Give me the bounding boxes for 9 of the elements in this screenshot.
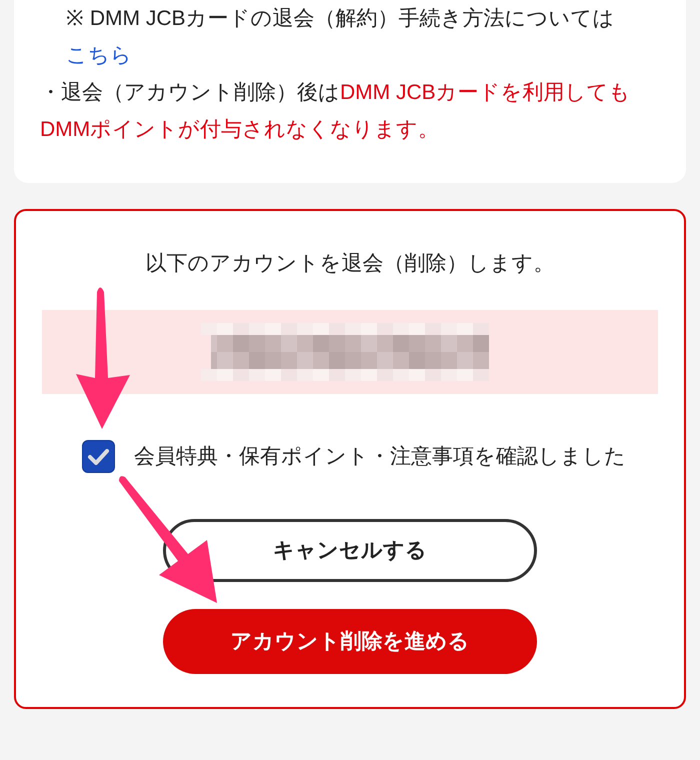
note-text: ※ DMM JCBカードの退会（解約）手続き方法については こちら bbox=[66, 6, 616, 69]
checkbox[interactable] bbox=[82, 440, 115, 473]
checkmark-icon bbox=[88, 448, 109, 464]
confirm-heading: 以下のアカウントを退会（削除）します。 bbox=[146, 251, 554, 277]
checkbox-label: 会員特典・保有ポイント・注意事項を確認しました bbox=[134, 444, 626, 470]
proceed-button[interactable]: アカウント削除を進める bbox=[163, 609, 537, 674]
note-text: ・退会（アカウント削除）後はDMM JCBカードを利用してもDMMポイントが付与されなくなります。 bbox=[40, 80, 632, 143]
cancel-button[interactable]: キャンセルする bbox=[163, 519, 537, 582]
link[interactable]: こちら bbox=[66, 44, 132, 67]
